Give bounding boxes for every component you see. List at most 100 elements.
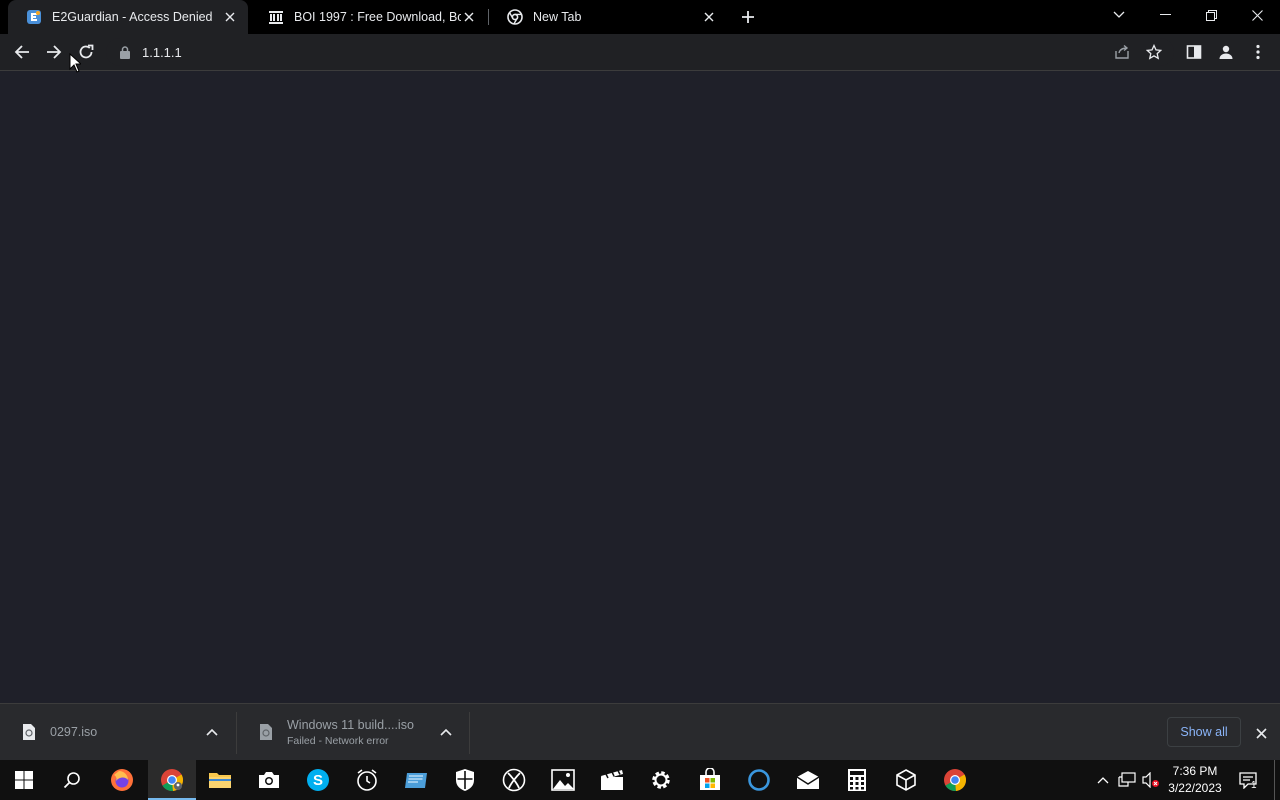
taskbar-file-explorer[interactable] bbox=[196, 760, 244, 800]
close-tab-icon[interactable] bbox=[701, 9, 717, 25]
e2guardian-icon bbox=[26, 9, 42, 25]
xbox-icon bbox=[502, 768, 526, 792]
taskbar-cortana[interactable] bbox=[735, 760, 783, 800]
clock-time: 7:36 PM bbox=[1172, 764, 1218, 778]
close-tab-icon[interactable] bbox=[461, 9, 477, 25]
tab-title: BOI 1997 : Free Download, Borrow bbox=[294, 10, 461, 24]
taskbar-search-button[interactable] bbox=[48, 760, 96, 800]
forward-button[interactable] bbox=[40, 38, 68, 66]
tab-archive[interactable]: BOI 1997 : Free Download, Borrow bbox=[250, 0, 487, 34]
profile-icon bbox=[1219, 45, 1233, 59]
minimize-icon bbox=[1159, 14, 1171, 15]
notification-count: 1 bbox=[1251, 780, 1257, 791]
svg-text:S: S bbox=[313, 772, 323, 789]
calculator-icon bbox=[848, 769, 866, 791]
tab-new-tab[interactable]: New Tab bbox=[489, 0, 727, 34]
taskbar-movies[interactable] bbox=[588, 760, 636, 800]
skype-icon: S bbox=[307, 769, 329, 791]
terminal-icon bbox=[405, 773, 427, 788]
chrome-icon bbox=[161, 769, 184, 792]
tab-title: E2Guardian - Access Denied bbox=[52, 10, 213, 24]
taskbar-clock[interactable]: 7:36 PM 3/22/2023 bbox=[1160, 763, 1230, 797]
browser-toolbar: 1.1.1.1 bbox=[0, 34, 1280, 71]
search-icon bbox=[63, 772, 80, 789]
start-button[interactable] bbox=[0, 760, 48, 800]
address-bar[interactable]: 1.1.1.1 bbox=[106, 38, 1174, 66]
taskbar-store[interactable] bbox=[686, 760, 734, 800]
taskbar-terminal[interactable] bbox=[392, 760, 440, 800]
download-item[interactable]: Windows 11 build....iso Failed - Network… bbox=[237, 704, 469, 760]
restore-icon bbox=[1205, 9, 1217, 21]
minimize-button[interactable] bbox=[1142, 0, 1188, 30]
new-tab-button[interactable] bbox=[736, 5, 760, 29]
taskbar-mail[interactable] bbox=[784, 760, 832, 800]
taskbar-windows-security[interactable] bbox=[441, 760, 489, 800]
archive-icon bbox=[268, 9, 284, 25]
restore-button[interactable] bbox=[1188, 0, 1234, 30]
taskbar-camera[interactable] bbox=[245, 760, 293, 800]
show-all-button[interactable]: Show all bbox=[1167, 717, 1241, 747]
3d-viewer-icon bbox=[896, 769, 916, 791]
file-explorer-icon bbox=[209, 773, 231, 788]
volume-tray-button[interactable] bbox=[1140, 760, 1162, 800]
url-text[interactable]: 1.1.1.1 bbox=[142, 45, 182, 60]
share-button[interactable] bbox=[1108, 38, 1136, 66]
store-icon bbox=[700, 768, 720, 790]
close-tab-icon[interactable] bbox=[222, 9, 238, 25]
show-desktop-button[interactable] bbox=[1274, 760, 1280, 800]
chevron-down-icon bbox=[1113, 11, 1125, 18]
taskbar-firefox[interactable] bbox=[98, 760, 146, 800]
side-panel-icon bbox=[1186, 45, 1202, 59]
volume-muted-icon bbox=[1142, 772, 1159, 788]
close-icon bbox=[1255, 727, 1267, 739]
menu-icon bbox=[1256, 44, 1260, 60]
close-shelf-button[interactable] bbox=[1252, 724, 1270, 742]
mail-icon bbox=[796, 771, 820, 789]
tab-search-button[interactable] bbox=[1096, 0, 1142, 30]
chrome-menu-button[interactable] bbox=[1244, 38, 1272, 66]
file-icon bbox=[260, 724, 272, 740]
lock-icon[interactable] bbox=[120, 45, 132, 59]
tab-strip: E2Guardian - Access Denied BOI 1997 : Fr… bbox=[0, 0, 1280, 34]
taskbar-chrome[interactable] bbox=[148, 760, 196, 800]
taskbar-chrome-2[interactable] bbox=[931, 760, 979, 800]
bookmark-button[interactable] bbox=[1140, 38, 1168, 66]
movies-icon bbox=[601, 770, 623, 790]
taskbar-alarms[interactable] bbox=[343, 760, 391, 800]
taskbar-xbox[interactable] bbox=[490, 760, 538, 800]
alarms-icon bbox=[357, 769, 377, 791]
windows-start-icon bbox=[15, 771, 33, 789]
network-icon bbox=[1118, 772, 1136, 787]
side-panel-button[interactable] bbox=[1180, 38, 1208, 66]
network-tray-button[interactable] bbox=[1116, 760, 1138, 800]
file-icon bbox=[23, 724, 35, 740]
firefox-icon bbox=[111, 769, 133, 791]
download-item[interactable]: 0297.iso bbox=[0, 704, 236, 760]
clock-date: 3/22/2023 bbox=[1168, 781, 1222, 795]
windows-taskbar: S 7:36 PM 3/22/2023 1 bbox=[0, 760, 1280, 800]
action-center-button[interactable]: 1 bbox=[1234, 760, 1262, 800]
mouse-cursor-icon bbox=[69, 53, 81, 73]
tab-title: New Tab bbox=[533, 10, 582, 24]
back-button[interactable] bbox=[8, 38, 36, 66]
chevron-up-icon bbox=[1097, 777, 1109, 784]
download-status: Failed - Network error bbox=[287, 734, 389, 747]
tab-e2guardian[interactable]: E2Guardian - Access Denied bbox=[8, 0, 248, 34]
chevron-up-icon[interactable] bbox=[204, 724, 220, 740]
taskbar-photos[interactable] bbox=[539, 760, 587, 800]
show-hidden-icons-button[interactable] bbox=[1093, 760, 1113, 800]
download-filename: 0297.iso bbox=[50, 725, 98, 739]
taskbar-skype[interactable]: S bbox=[294, 760, 342, 800]
chevron-up-icon[interactable] bbox=[438, 724, 454, 740]
back-icon bbox=[14, 45, 29, 59]
settings-icon bbox=[652, 771, 670, 789]
taskbar-calculator[interactable] bbox=[833, 760, 881, 800]
close-window-button[interactable] bbox=[1234, 0, 1280, 30]
cortana-icon bbox=[748, 769, 770, 791]
profile-button[interactable] bbox=[1212, 38, 1240, 66]
forward-icon bbox=[47, 45, 62, 59]
taskbar-settings[interactable] bbox=[637, 760, 685, 800]
windows-security-icon bbox=[456, 769, 474, 791]
camera-icon bbox=[259, 772, 279, 788]
taskbar-3d-viewer[interactable] bbox=[882, 760, 930, 800]
